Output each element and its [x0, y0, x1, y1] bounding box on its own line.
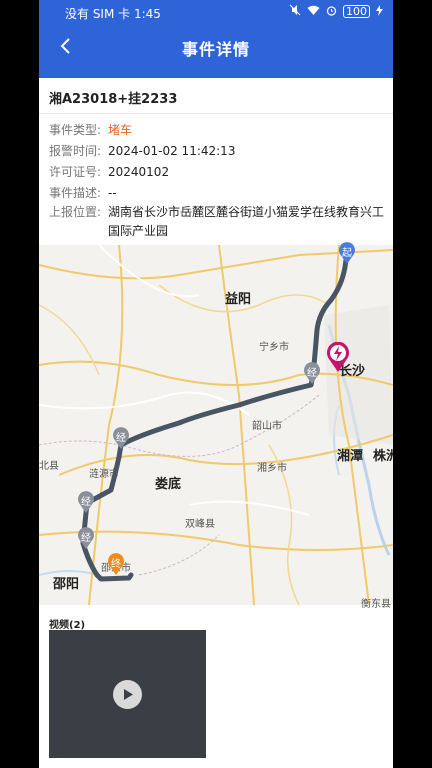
wifi-icon — [307, 5, 320, 19]
map-label-shaoyang: 邵阳 — [53, 577, 80, 592]
start-marker-label: 起 — [342, 248, 352, 259]
field-label: 报警时间: — [49, 144, 102, 158]
map-label-lianyuan: 涟源市 — [89, 469, 119, 480]
field-label: 事件描述: — [49, 186, 102, 200]
map-label-shuangfeng: 双峰县 — [185, 519, 215, 530]
play-button[interactable] — [113, 680, 142, 709]
field-license-number: 许可证号: 20240102 — [49, 163, 388, 182]
map-label-xiangtan: 湘潭 — [337, 449, 364, 464]
vehicle-plate: 湘A23018+挂2233 — [49, 92, 178, 107]
divider — [39, 113, 393, 114]
map-label-hengdong: 衡东县 — [361, 599, 391, 610]
field-value: 湖南省长沙市岳麓区麓谷街道小猫爱学在线教育兴工国际产业园 — [108, 205, 385, 238]
status-icons: 100 — [289, 4, 383, 19]
field-value: 2024-01-02 11:42:13 — [108, 144, 236, 158]
field-label: 事件类型: — [49, 123, 102, 137]
charging-icon — [376, 4, 383, 19]
app-header: 没有 SIM 卡 1:45 100 事件详情 — [39, 0, 393, 78]
field-event-type: 事件类型: 堵车 — [49, 121, 388, 140]
map-label-left-county: 北县 — [39, 461, 59, 472]
video-thumbnail[interactable] — [49, 630, 206, 758]
waypoint-marker-label: 经 — [81, 497, 91, 508]
field-value: -- — [108, 186, 117, 200]
status-bar: 没有 SIM 卡 1:45 100 — [39, 0, 393, 24]
map-label-ningxiang: 宁乡市 — [259, 342, 289, 353]
end-marker-label: 终 — [111, 559, 121, 570]
mute-icon — [289, 4, 301, 19]
battery-indicator: 100 — [343, 5, 370, 18]
map-canvas — [39, 245, 393, 605]
waypoint-marker-label: 经 — [307, 368, 317, 379]
alarm-icon — [326, 5, 337, 19]
page-title: 事件详情 — [181, 40, 250, 59]
map-label-zhuzhou: 株洲 — [373, 449, 393, 464]
map-label-yiyang: 益阳 — [225, 292, 252, 307]
video-section-title: 视频(2) — [49, 620, 86, 631]
waypoint-marker-label: 经 — [116, 433, 126, 444]
map-label-shaoshan: 韶山市 — [252, 421, 282, 432]
event-detail-screen: 没有 SIM 卡 1:45 100 事件详情 湘A23018+挂2233 事件类… — [39, 0, 393, 768]
route-map[interactable]: 益阳 宁乡市 长沙 韶山市 湘潭 株洲 湘乡市 涟源市 娄底 双峰县 邵东市 邵… — [39, 242, 393, 610]
lightning-icon — [327, 342, 349, 372]
field-event-description: 事件描述: -- — [49, 184, 388, 203]
field-label: 许可证号: — [49, 165, 102, 179]
status-carrier-time: 没有 SIM 卡 1:45 — [65, 7, 161, 21]
play-icon — [123, 689, 133, 700]
field-label: 上报位置: — [49, 205, 102, 219]
map-label-loudi: 娄底 — [155, 477, 182, 492]
field-value: 20240102 — [108, 165, 170, 179]
field-report-location: 上报位置: 湖南省长沙市岳麓区麓谷街道小猫爱学在线教育兴工国际产业园 — [49, 203, 388, 241]
field-value: 堵车 — [108, 123, 133, 137]
map-label-xiangxiang: 湘乡市 — [257, 463, 287, 474]
waypoint-marker-label: 经 — [81, 533, 91, 544]
field-alarm-time: 报警时间: 2024-01-02 11:42:13 — [49, 142, 388, 161]
